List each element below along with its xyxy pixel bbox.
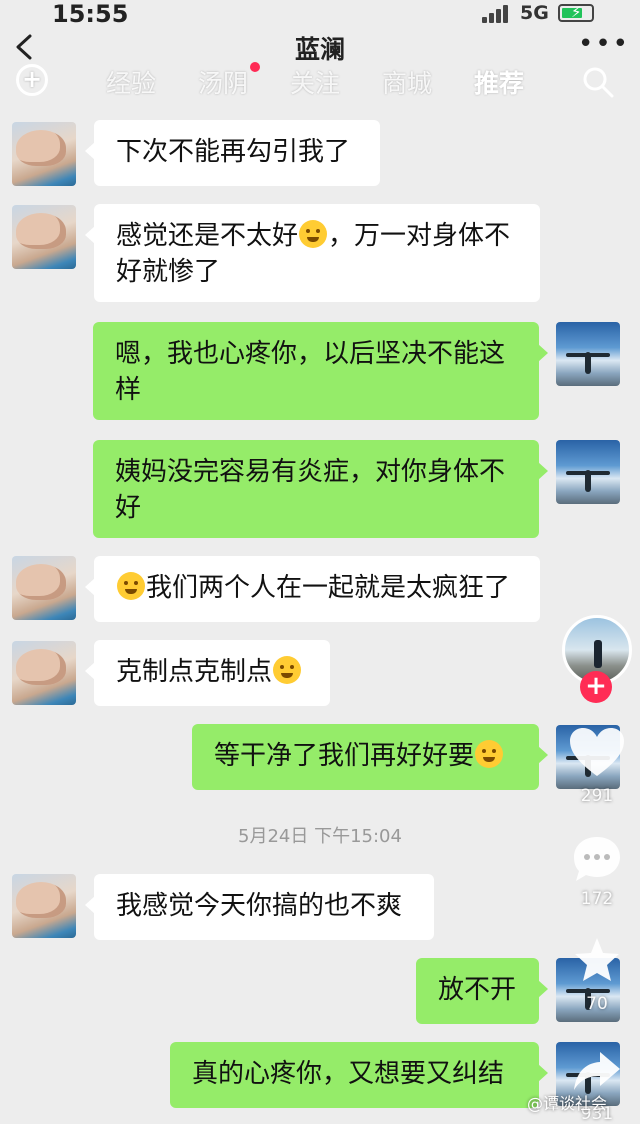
favorite-count: 70 [586, 994, 608, 1014]
message-text: 真的心疼你，又想要又纠结 [192, 1059, 505, 1089]
battery-icon: ⚡ [558, 3, 594, 22]
unread-dot [250, 62, 260, 72]
more-icon[interactable]: ••• [578, 31, 628, 60]
watermark-text: @谭谈社会 [527, 1094, 608, 1113]
message-text: 我们两个人在一起就是太疯狂了 [146, 573, 511, 603]
add-icon[interactable]: + [16, 64, 48, 96]
comment-count: 172 [580, 889, 614, 909]
message-bubble: 姨妈没完容易有炎症，对你身体不好 [93, 440, 548, 538]
message-text: 等干净了我们再好好要 [214, 741, 475, 771]
message-text: 嗯，我也心疼你，以后坚决不能这样 [115, 339, 506, 405]
tab-jingyan[interactable]: 经验 [106, 64, 156, 100]
avatar-other[interactable] [12, 641, 76, 705]
message-text: 我感觉今天你搞的也不爽 [116, 891, 403, 921]
avatar-other[interactable] [12, 122, 76, 186]
message-timestamp: 5月24日 下午15:04 [238, 826, 402, 847]
tab-recommend[interactable]: 推荐 [474, 64, 524, 100]
tab-follow[interactable]: 关注 [290, 64, 340, 100]
message-text: 克制点克制点 [116, 657, 273, 687]
message-bubble: 我们两个人在一起就是太疯狂了 [85, 556, 540, 622]
message-bubble: 放不开 [416, 958, 548, 1024]
laughing-emoji-icon [299, 220, 328, 248]
message-bubble: 等干净了我们再好好要 [192, 724, 548, 790]
tab-tangyin[interactable]: 汤阴 [198, 64, 248, 100]
message-bubble: 我感觉今天你搞的也不爽 [85, 874, 434, 940]
status-bar: 15:55 5G ⚡ [0, 0, 640, 28]
avatar-self[interactable] [556, 322, 620, 386]
avatar-other[interactable] [12, 205, 76, 269]
star-icon[interactable] [572, 936, 622, 984]
status-time: 15:55 [52, 0, 129, 28]
dizzy-emoji-icon [273, 656, 302, 684]
message-bubble: 感觉还是不太好 ，万一对身体不好就惨了 [85, 204, 540, 302]
avatar-other[interactable] [12, 874, 76, 938]
message-bubble: 克制点克制点 [85, 640, 330, 706]
search-icon[interactable] [582, 66, 614, 98]
comment-icon[interactable] [571, 834, 623, 884]
share-icon[interactable] [572, 1050, 622, 1092]
signal-icon [482, 5, 512, 23]
avatar-other[interactable] [12, 556, 76, 620]
message-text: 放不开 [438, 975, 517, 1005]
heart-icon[interactable] [568, 726, 626, 780]
like-count: 291 [580, 786, 614, 806]
tab-mall[interactable]: 商城 [382, 64, 432, 100]
blushing-emoji-icon [475, 740, 504, 768]
follow-plus-icon[interactable]: + [580, 671, 612, 703]
message-text: 姨妈没完容易有炎症，对你身体不好 [115, 457, 506, 523]
chat-title: 蓝澜 [294, 35, 345, 64]
message-bubble: 嗯，我也心疼你，以后坚决不能这样 [93, 322, 548, 420]
avatar-self[interactable] [556, 440, 620, 504]
message-bubble: 真的心疼你，又想要又纠结 [170, 1042, 548, 1108]
thinking-emoji-icon [117, 572, 145, 600]
message-text: 下次不能再勾引我了 [116, 137, 351, 167]
message-bubble: 下次不能再勾引我了 [85, 120, 380, 186]
network-type: 5G [520, 2, 549, 24]
message-text: 感觉还是不太好 [116, 221, 299, 251]
